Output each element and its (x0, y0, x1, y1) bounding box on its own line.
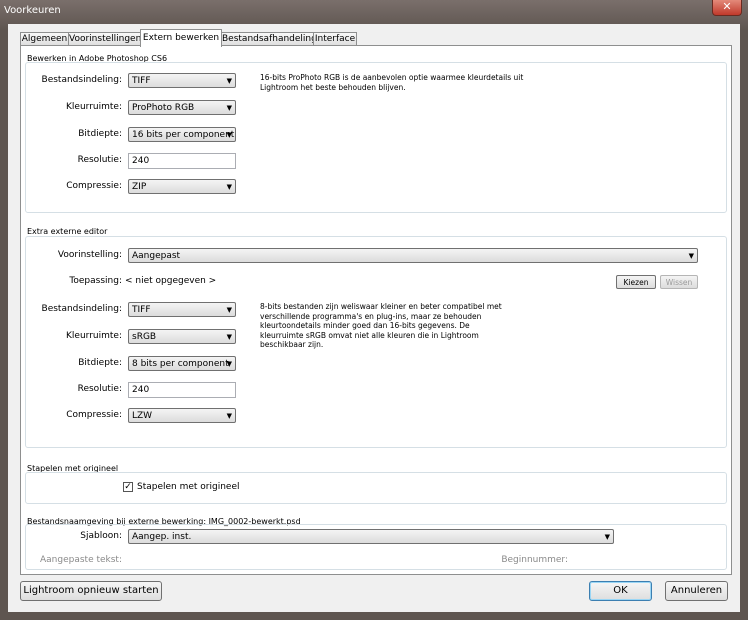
checkmark-icon: ✓ (124, 482, 132, 492)
ee-8bit-note: 8-bits bestanden zijn weliswaar kleiner … (260, 302, 502, 349)
ok-button[interactable]: OK (589, 581, 652, 601)
photoshop-group: Bestandsindeling: TIFF ▼ Kleurruimte: Pro… (25, 62, 727, 213)
naming-group: Sjabloon: Aangep. inst. ▼ Aangepaste teks… (25, 524, 727, 570)
tab-panel-external-editing: Bewerken in Adobe Photoshop CS6 Bestands… (20, 45, 732, 575)
preferences-window: Voorkeuren ✕ Algemeen Voorinstellingen E… (0, 0, 748, 620)
ee-format-value: TIFF (132, 305, 151, 315)
naming-template-value: Aangep. inst. (132, 532, 192, 542)
close-icon: ✕ (722, 0, 732, 13)
chevron-down-icon: ▼ (226, 306, 232, 314)
restart-lightroom-button[interactable]: Lightroom opnieuw starten (20, 581, 162, 601)
ps-compression-value: ZIP (132, 182, 147, 192)
ee-preset-select[interactable]: Aangepast ▼ (128, 248, 698, 263)
stack-checkbox[interactable]: ✓ (123, 482, 133, 492)
ee-application-label: Toepassing: (69, 276, 122, 286)
choose-application-button[interactable]: Kiezen (616, 275, 656, 289)
extra-editor-group-title: Extra externe editor (27, 227, 108, 236)
ee-format-label: Bestandsindeling: (41, 304, 122, 314)
ee-preset-value: Aangepast (132, 251, 181, 261)
tab-interface[interactable]: Interface (313, 32, 357, 46)
chevron-down-icon: ▼ (226, 131, 232, 139)
window-title: Voorkeuren (4, 5, 61, 16)
stack-group: ✓ Stapelen met origineel (25, 472, 727, 504)
ee-colorspace-value: sRGB (132, 332, 157, 342)
ee-compression-select[interactable]: LZW ▼ (128, 408, 236, 423)
ps-format-value: TIFF (132, 76, 151, 86)
ps-colorspace-label: Kleurruimte: (66, 102, 122, 112)
chevron-down-icon: ▼ (226, 360, 232, 368)
tab-external-editing[interactable]: Extern bewerken (140, 29, 222, 47)
title-bar: Voorkeuren ✕ (0, 0, 748, 24)
chevron-down-icon: ▼ (226, 333, 232, 341)
ee-bitdepth-label: Bitdiepte: (78, 358, 122, 368)
ps-colorspace-select[interactable]: ProPhoto RGB ▼ (128, 100, 236, 115)
start-number-label: Beginnummer: (501, 555, 568, 565)
chevron-down-icon: ▼ (226, 183, 232, 191)
naming-template-select[interactable]: Aangep. inst. ▼ (128, 529, 614, 544)
ps-bitdepth-label: Bitdiepte: (78, 129, 122, 139)
ee-compression-label: Compressie: (66, 410, 122, 420)
stack-checkbox-label[interactable]: Stapelen met origineel (137, 482, 240, 492)
ee-application-value: < niet opgegeven > (125, 276, 217, 286)
ps-bitdepth-select[interactable]: 16 bits per component ▼ (128, 127, 236, 142)
ee-compression-value: LZW (132, 411, 153, 421)
cancel-button[interactable]: Annuleren (665, 581, 728, 601)
chevron-down-icon: ▼ (226, 104, 232, 112)
clear-application-button[interactable]: Wissen (660, 275, 698, 289)
ee-format-select[interactable]: TIFF ▼ (128, 302, 236, 317)
ee-bitdepth-value: 8 bits per component (132, 359, 229, 369)
ps-bitdepth-value: 16 bits per component (132, 130, 235, 140)
ps-recommendation-note: 16-bits ProPhoto RGB is de aanbevolen op… (260, 73, 524, 92)
dialog-client-area: Algemeen Voorinstellingen Extern bewerke… (8, 24, 740, 612)
naming-template-label: Sjabloon: (80, 531, 122, 541)
tab-file-handling[interactable]: Bestandsafhandeling (221, 32, 317, 46)
ee-resolution-input[interactable]: 240 (128, 382, 236, 398)
chevron-down-icon: ▼ (604, 533, 610, 541)
ps-format-label: Bestandsindeling: (41, 75, 122, 85)
chevron-down-icon: ▼ (226, 412, 232, 420)
tab-presets[interactable]: Voorinstellingen (68, 32, 141, 46)
chevron-down-icon: ▼ (226, 77, 232, 85)
ps-colorspace-value: ProPhoto RGB (132, 103, 195, 113)
ee-resolution-label: Resolutie: (77, 384, 122, 394)
ee-bitdepth-select[interactable]: 8 bits per component ▼ (128, 356, 236, 371)
ps-format-select[interactable]: TIFF ▼ (128, 73, 236, 88)
tab-general[interactable]: Algemeen (20, 32, 69, 46)
custom-text-label: Aangepaste tekst: (40, 555, 122, 565)
ps-compression-select[interactable]: ZIP ▼ (128, 179, 236, 194)
extra-editor-group: Voorinstelling: Aangepast ▼ Toepassing: <… (25, 236, 727, 448)
ps-compression-label: Compressie: (66, 181, 122, 191)
close-button[interactable]: ✕ (712, 0, 742, 16)
ps-resolution-label: Resolutie: (77, 155, 122, 165)
ee-colorspace-label: Kleurruimte: (66, 331, 122, 341)
ps-resolution-input[interactable]: 240 (128, 153, 236, 169)
chevron-down-icon: ▼ (688, 252, 694, 260)
ee-preset-label: Voorinstelling: (57, 250, 122, 260)
ee-colorspace-select[interactable]: sRGB ▼ (128, 329, 236, 344)
